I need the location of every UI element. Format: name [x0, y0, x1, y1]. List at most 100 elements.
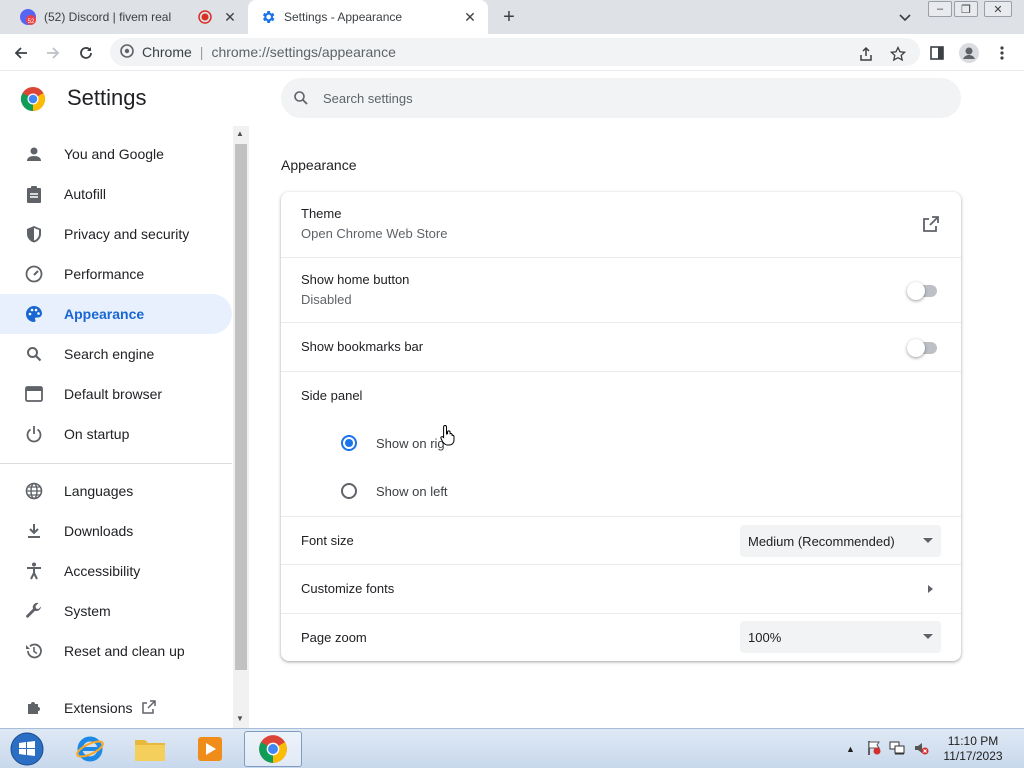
side-panel-label: Side panel	[301, 388, 363, 403]
bookmarks-bar-toggle[interactable]	[907, 339, 939, 357]
arrow-right-icon	[928, 585, 933, 593]
minimize-button[interactable]: –	[928, 1, 952, 17]
sidebar-item-label: You and Google	[64, 146, 164, 162]
search-icon	[24, 344, 44, 364]
chrome-logo-icon	[20, 86, 46, 112]
toolbar: Chrome | chrome://settings/appearance	[0, 34, 1024, 71]
sidebar-item-appearance[interactable]: Appearance	[0, 294, 232, 334]
customize-fonts-row[interactable]: Customize fonts	[281, 564, 961, 613]
tab-settings[interactable]: Settings - Appearance ✕	[248, 0, 488, 34]
close-tab-icon[interactable]: ✕	[220, 7, 240, 27]
sidebar-item-privacy-and-security[interactable]: Privacy and security	[0, 214, 232, 254]
page-zoom-label: Page zoom	[301, 630, 367, 645]
sidebar-item-performance[interactable]: Performance	[0, 254, 232, 294]
forward-button[interactable]	[40, 40, 66, 66]
side-panel-button[interactable]	[924, 40, 950, 66]
sidebar-item-on-startup[interactable]: On startup	[0, 414, 232, 454]
shield-icon	[24, 224, 44, 244]
sidebar-item-default-browser[interactable]: Default browser	[0, 374, 232, 414]
close-window-button[interactable]: ✕	[984, 1, 1012, 17]
tab-search-icon[interactable]	[895, 8, 915, 28]
scroll-down-arrow-icon[interactable]: ▼	[236, 714, 244, 723]
sidebar-item-search-engine[interactable]: Search engine	[0, 334, 232, 374]
font-size-row: Font size Medium (Recommended)	[281, 516, 961, 564]
bookmarks-bar-label: Show bookmarks bar	[301, 339, 424, 354]
sidebar-item-you-and-google[interactable]: You and Google	[0, 134, 232, 174]
clipboard-icon	[24, 184, 44, 204]
clock-date: 11/17/2023	[943, 749, 1003, 763]
page-zoom-value: 100%	[748, 629, 782, 645]
scroll-up-arrow-icon[interactable]: ▲	[236, 129, 244, 138]
download-icon	[24, 521, 44, 541]
discord-icon: 52	[20, 9, 36, 25]
palette-icon	[24, 304, 44, 324]
font-size-value: Medium (Recommended)	[748, 533, 895, 549]
sidebar-item-extensions[interactable]: Extensions	[0, 688, 232, 728]
page-title: Settings	[67, 85, 147, 110]
tab-title: Settings - Appearance	[284, 10, 403, 24]
file-explorer-taskbar-icon[interactable]	[122, 731, 178, 767]
tab-title: (52) Discord | fivem real	[44, 10, 172, 24]
tab-discord[interactable]: 52 (52) Discord | fivem real ✕	[8, 0, 248, 34]
browser-window-icon	[24, 384, 44, 404]
profile-button[interactable]	[956, 40, 982, 66]
chrome-taskbar-icon[interactable]	[244, 731, 302, 767]
sidebar-scrollbar[interactable]: ▲ ▼	[233, 126, 249, 728]
sidebar-item-autofill[interactable]: Autofill	[0, 174, 232, 214]
home-button-row[interactable]: Show home button Disabled	[281, 257, 961, 322]
sidebar-item-label: Accessibility	[64, 563, 141, 579]
back-button[interactable]	[8, 40, 34, 66]
action-center-flag-icon[interactable]	[867, 740, 881, 759]
sidebar-item-downloads[interactable]: Downloads	[0, 511, 232, 551]
home-button-toggle[interactable]	[907, 282, 939, 300]
home-button-label: Show home button	[301, 272, 410, 287]
close-tab-icon[interactable]: ✕	[460, 7, 480, 27]
clock-time: 11:10 PM	[947, 734, 999, 748]
sidebar-item-reset-and-clean-up[interactable]: Reset and clean up	[0, 631, 232, 671]
address-bar[interactable]: Chrome | chrome://settings/appearance	[110, 38, 920, 66]
page-zoom-row: Page zoom 100%	[281, 613, 961, 661]
url-text: chrome://settings/appearance	[211, 44, 396, 60]
sidebar-item-label: Search engine	[64, 346, 155, 362]
font-size-select[interactable]: Medium (Recommended)	[740, 525, 941, 557]
section-title: Appearance	[281, 157, 357, 173]
media-player-taskbar-icon[interactable]	[182, 731, 238, 767]
sidebar-item-system[interactable]: System	[0, 591, 232, 631]
internet-explorer-taskbar-icon[interactable]	[62, 731, 118, 767]
forward-arrow-icon	[47, 47, 60, 59]
volume-muted-icon[interactable]	[913, 740, 929, 759]
sidebar-item-languages[interactable]: Languages	[0, 471, 232, 511]
sidebar-item-label: Reset and clean up	[64, 643, 185, 659]
sidebar-item-accessibility[interactable]: Accessibility	[0, 551, 232, 591]
page-zoom-select[interactable]: 100%	[740, 621, 941, 653]
network-icon[interactable]	[889, 740, 905, 759]
share-icon[interactable]	[854, 42, 878, 66]
bookmarks-bar-row[interactable]: Show bookmarks bar	[281, 322, 961, 371]
start-button[interactable]	[0, 731, 54, 767]
menu-button[interactable]	[989, 40, 1015, 66]
taskbar: ▲ 11:10 PM 11/17/2023	[0, 728, 1024, 768]
tab-strip: 52 (52) Discord | fivem real ✕ Settings …	[0, 0, 1024, 34]
home-button-sublabel: Disabled	[301, 292, 352, 307]
new-tab-button[interactable]: +	[498, 6, 520, 28]
side-panel-right-label[interactable]: Show on rig	[376, 436, 445, 451]
reload-button[interactable]	[73, 40, 99, 66]
show-hidden-icons[interactable]: ▲	[846, 744, 855, 754]
scroll-thumb[interactable]	[235, 144, 247, 670]
side-panel-left-radio[interactable]	[341, 483, 357, 499]
history-icon	[24, 641, 44, 661]
side-panel-left-label[interactable]: Show on left	[376, 484, 448, 499]
open-in-new-icon[interactable]	[922, 215, 940, 236]
theme-row[interactable]: Theme Open Chrome Web Store	[281, 192, 961, 257]
power-icon	[24, 424, 44, 444]
side-panel-right-radio[interactable]	[341, 435, 357, 451]
restore-button[interactable]: ❐	[954, 1, 978, 17]
appearance-card: Theme Open Chrome Web Store Show home bu…	[281, 192, 961, 661]
sidebar-item-label: System	[64, 603, 111, 619]
sidebar-item-label: On startup	[64, 426, 130, 442]
sidebar-item-label: Downloads	[64, 523, 134, 539]
search-settings-input[interactable]: Search settings	[281, 78, 961, 118]
bookmark-star-icon[interactable]	[886, 42, 910, 66]
search-icon	[294, 91, 308, 105]
taskbar-clock[interactable]: 11:10 PM 11/17/2023	[938, 734, 1008, 764]
